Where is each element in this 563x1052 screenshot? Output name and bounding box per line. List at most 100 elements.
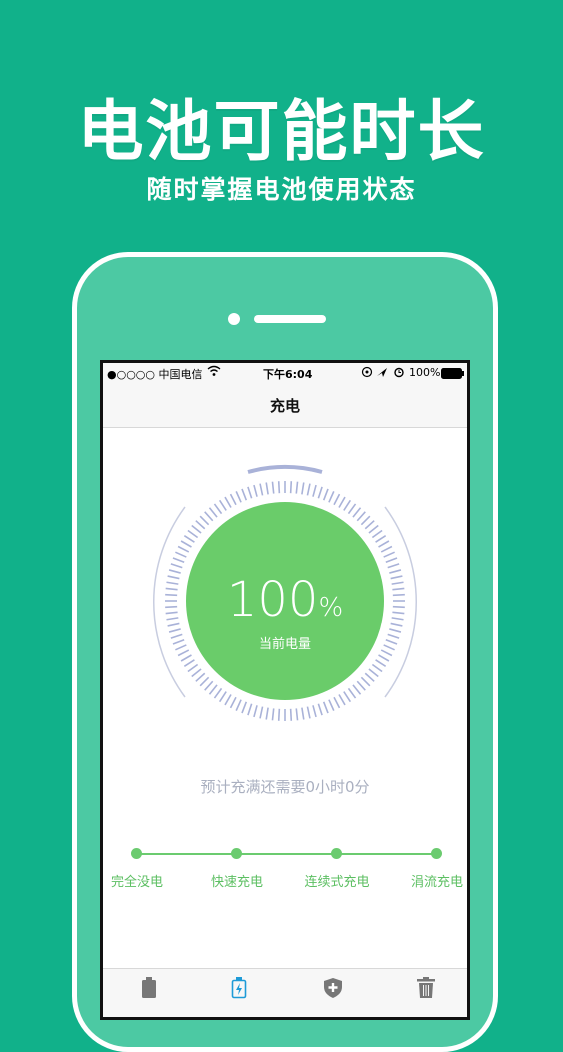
gauge-tick	[265, 707, 269, 720]
gauge-tick	[271, 481, 275, 494]
gauge-tick	[195, 520, 206, 530]
gauge-tick	[180, 540, 192, 548]
gauge-tick	[375, 534, 387, 543]
gauge-tick	[328, 491, 335, 503]
stage-label-fast: 快速充电	[210, 875, 264, 890]
gauge-tick	[277, 708, 281, 721]
gauge-tick	[317, 486, 323, 499]
gauge-value-unit: %	[318, 593, 344, 623]
stage-label-empty: 完全没电	[110, 875, 164, 890]
gauge-tick	[364, 672, 375, 682]
gauge-tick	[247, 703, 253, 716]
gauge-tick	[229, 493, 237, 506]
gauge-tick	[191, 668, 202, 678]
nav-title: 充电	[269, 397, 300, 415]
gauge-tick	[229, 696, 237, 709]
gauge-tick	[368, 668, 379, 678]
gauge-tick	[378, 540, 390, 548]
gauge-tick	[199, 676, 210, 687]
gauge-tick	[289, 481, 293, 494]
gauge-tick	[172, 557, 185, 564]
wifi-icon	[207, 365, 221, 380]
gauge-tick	[259, 483, 264, 496]
gauge-tick	[247, 486, 253, 499]
tab-bar	[103, 968, 467, 1017]
gauge-tick	[378, 654, 390, 662]
gauge-tick	[235, 491, 242, 503]
gauge-tick	[352, 684, 362, 695]
gauge-tick	[187, 663, 199, 673]
status-icons	[361, 366, 411, 381]
gauge-tick	[328, 699, 335, 711]
gauge-tick	[265, 482, 269, 495]
gauge-tick	[224, 496, 232, 508]
gauge-tick	[387, 563, 400, 569]
gauge-tick	[383, 551, 395, 558]
gauge-tick	[343, 691, 352, 703]
gauge-tick	[208, 684, 218, 695]
trash-icon[interactable]	[417, 977, 435, 1003]
gauge-tick	[208, 507, 218, 518]
gauge-value-number: 100	[226, 572, 319, 628]
gauge-tick	[306, 483, 311, 496]
stage-dot	[131, 848, 142, 859]
gauge-tick	[322, 488, 329, 501]
status-battery-icon	[441, 368, 465, 382]
gauge-tick	[356, 511, 366, 522]
gauge-tick	[277, 481, 281, 494]
gauge-tick	[253, 484, 258, 497]
gauge-tick	[218, 691, 227, 703]
gauge-tick	[235, 699, 242, 711]
gauge-tick	[187, 529, 199, 539]
gauge-tick	[375, 659, 387, 668]
battery-icon[interactable]	[141, 977, 157, 1003]
gauge-tick	[317, 703, 323, 716]
gauge-tick	[195, 672, 206, 682]
gauge-tick	[333, 696, 341, 709]
status-time: 下午6:04	[263, 368, 313, 381]
gauge-tick	[175, 551, 187, 558]
battery-percent: 100%	[409, 366, 441, 379]
gauge-tick	[389, 628, 402, 633]
gauge-tick	[347, 503, 357, 515]
gauge-tick	[295, 481, 299, 494]
stages-line	[137, 853, 437, 855]
gauge-tick	[224, 694, 232, 706]
gauge-tick	[312, 484, 317, 497]
gauge-tick	[301, 482, 305, 495]
gauge-tick	[213, 503, 223, 515]
carrier-label: ●○○○○ 中国电信	[107, 368, 203, 381]
gauge-tick	[368, 524, 379, 534]
gauge-tick	[241, 701, 248, 714]
stage-label-continuous: 连续式充电	[304, 875, 370, 890]
gauge-tick	[347, 687, 357, 699]
remaining-time-text: 预计充满还需要0小时0分	[200, 778, 370, 796]
gauge-tick	[371, 663, 383, 673]
gauge-tick	[385, 557, 398, 564]
gauge-tick	[306, 706, 311, 719]
gauge-tick	[333, 493, 341, 506]
gauge-tick	[371, 529, 383, 539]
gauge-tick	[289, 708, 293, 721]
gauge-tick	[218, 499, 227, 511]
gauge-tick	[204, 680, 214, 691]
status-bar: ●○○○○ 中国电信 下午6:04 100%	[103, 363, 467, 383]
gauge-label: 当前电量	[258, 637, 311, 652]
gauge-tick	[253, 705, 258, 718]
shield-plus-icon[interactable]	[323, 977, 343, 1003]
gauge-top-arc	[247, 465, 323, 474]
gauge-tick	[170, 563, 183, 569]
gauge-tick	[295, 708, 299, 721]
stage-dot	[431, 848, 442, 859]
gauge-tick	[177, 545, 190, 553]
gauge-tick	[360, 515, 371, 526]
gauge-tick	[241, 488, 248, 501]
stage-dot	[331, 848, 342, 859]
gauge-tick	[380, 545, 393, 553]
gauge-tick	[364, 520, 375, 530]
gauge-tick	[183, 534, 195, 543]
gauge-tick	[271, 708, 275, 721]
gauge-tick	[360, 676, 371, 687]
gauge-value: 100%	[103, 572, 467, 628]
charging-icon[interactable]	[231, 977, 247, 1003]
